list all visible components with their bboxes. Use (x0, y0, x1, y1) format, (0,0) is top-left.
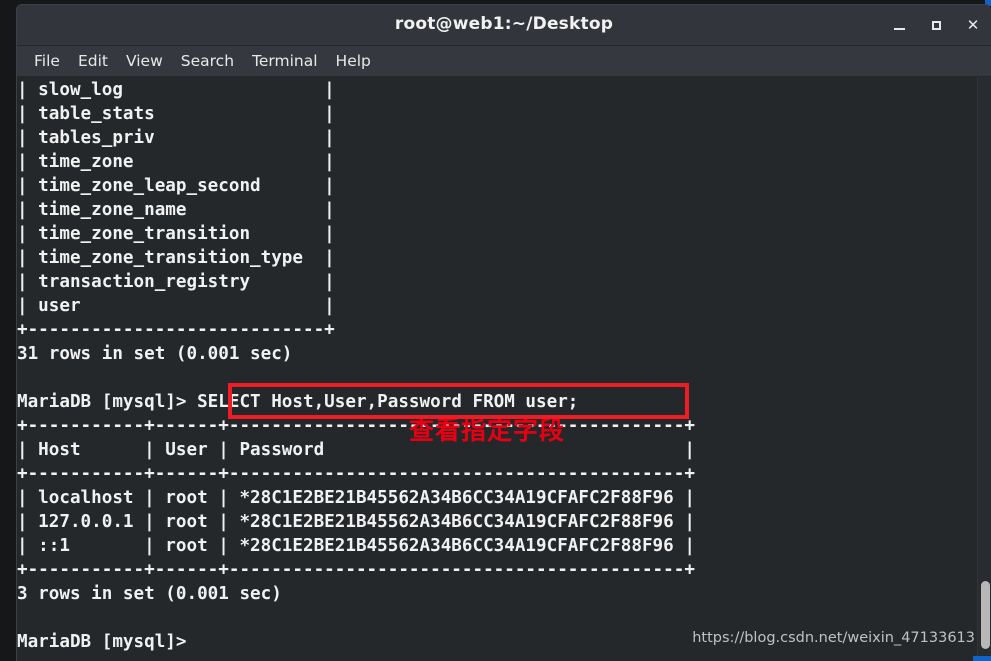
menu-item-view[interactable]: View (117, 50, 172, 72)
desktop-accent-bottom (973, 656, 991, 661)
terminal-body[interactable]: | slow_log | | table_stats | | tables_pr… (17, 77, 991, 661)
close-icon[interactable]: ✕ (965, 17, 981, 33)
terminal-scrollbar[interactable] (977, 77, 991, 661)
screen: root@web1:~/Desktop ✕ File Edit View Sea… (0, 0, 991, 661)
terminal-output: | slow_log | | table_stats | | tables_pr… (17, 80, 695, 652)
maximize-icon[interactable] (928, 17, 944, 33)
menubar: File Edit View Search Terminal Help (17, 46, 991, 77)
menu-item-search[interactable]: Search (172, 50, 243, 72)
terminal-window: root@web1:~/Desktop ✕ File Edit View Sea… (16, 4, 991, 661)
window-title: root@web1:~/Desktop (394, 14, 614, 34)
scrollbar-thumb[interactable] (981, 581, 990, 649)
titlebar[interactable]: root@web1:~/Desktop ✕ (17, 5, 991, 46)
window-controls: ✕ (891, 5, 981, 45)
annotation-note: 查看指定字段 (409, 416, 566, 445)
menu-item-help[interactable]: Help (327, 50, 380, 72)
watermark-url: https://blog.csdn.net/weixin_47133613 (692, 630, 975, 646)
menu-item-terminal[interactable]: Terminal (243, 50, 327, 72)
menu-item-edit[interactable]: Edit (69, 50, 117, 72)
menu-item-file[interactable]: File (25, 50, 69, 72)
minimize-icon[interactable] (891, 17, 907, 33)
